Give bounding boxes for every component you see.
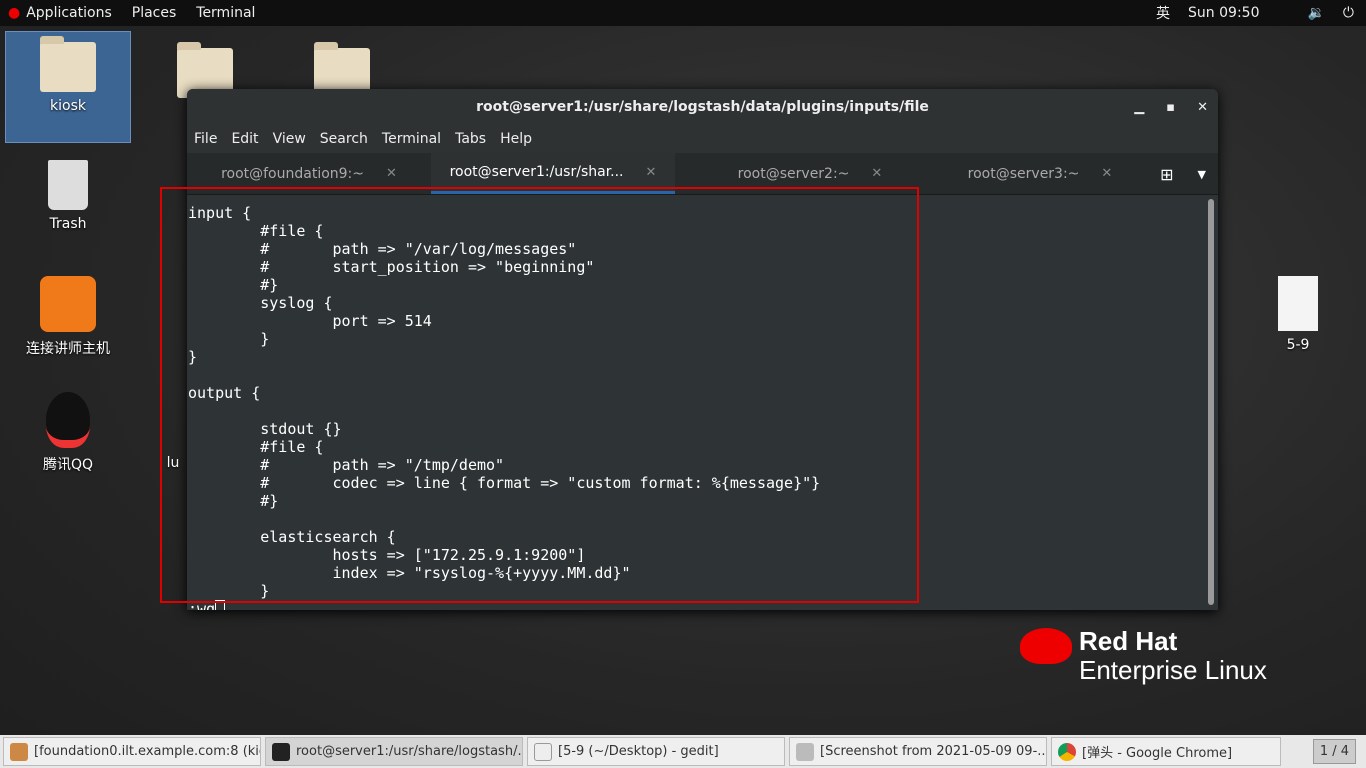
redhat-logo: Red Hat Enterprise Linux	[1020, 626, 1267, 686]
desktop-icon-5-9[interactable]: 5-9	[1235, 276, 1361, 353]
trash-icon	[48, 160, 88, 210]
places-menu[interactable]: Places	[132, 5, 177, 21]
new-tab-icon[interactable]: ⊞	[1160, 165, 1173, 184]
taskbar-item-screenshot[interactable]: [Screenshot from 2021-05-09 09-...	[789, 737, 1047, 766]
home-folder-icon	[40, 36, 96, 92]
menu-view[interactable]: View	[266, 131, 313, 147]
close-tab-icon[interactable]: ✕	[1101, 166, 1112, 181]
terminal-icon	[272, 742, 290, 761]
tiger-app-icon	[40, 276, 96, 332]
volume-icon[interactable]: 🔉	[1307, 5, 1324, 21]
scrollbar[interactable]	[1208, 199, 1214, 605]
chrome-icon	[1058, 742, 1076, 761]
workspace-pager[interactable]: 1 / 4	[1312, 739, 1356, 764]
taskbar-item-vm[interactable]: [foundation0.ilt.example.com:8 (kio...	[3, 737, 261, 766]
redhat-icon: ●	[8, 5, 21, 21]
redhat-hat-icon	[1020, 628, 1072, 664]
qq-penguin-icon	[46, 392, 90, 448]
taskbar-item-terminal[interactable]: root@server1:/usr/share/logstash/...	[265, 737, 523, 766]
menu-edit[interactable]: Edit	[224, 131, 265, 147]
desktop-icon-remote[interactable]: 连接讲师主机	[5, 276, 131, 358]
menu-terminal[interactable]: Terminal	[375, 131, 448, 147]
desktop-icon-kiosk[interactable]: kiosk	[5, 31, 131, 143]
tab-server3[interactable]: root@server3:~ ✕	[945, 153, 1135, 194]
applications-menu[interactable]: Applications	[26, 5, 112, 21]
vm-icon	[10, 742, 28, 761]
minimize-button[interactable]: ▁	[1134, 100, 1144, 115]
tabs-dropdown-icon[interactable]: ▼	[1198, 168, 1206, 181]
power-icon[interactable]: ⏻	[1343, 5, 1354, 21]
menu-help[interactable]: Help	[493, 131, 539, 147]
close-tab-icon[interactable]: ✕	[646, 165, 657, 180]
menu-tabs[interactable]: Tabs	[448, 131, 493, 147]
text-file-icon	[1278, 276, 1318, 331]
taskbar: [foundation0.ilt.example.com:8 (kio... r…	[0, 735, 1366, 768]
clock[interactable]: Sun 09:50	[1188, 5, 1259, 21]
window-title: root@server1:/usr/share/logstash/data/pl…	[476, 99, 929, 115]
image-viewer-icon	[796, 742, 814, 761]
menu-bar: File Edit View Search Terminal Tabs Help	[187, 125, 1218, 153]
terminal-menu[interactable]: Terminal	[196, 5, 255, 21]
close-tab-icon[interactable]: ✕	[386, 166, 397, 181]
taskbar-item-gedit[interactable]: [5-9 (~/Desktop) - gedit]	[527, 737, 785, 766]
taskbar-item-chrome[interactable]: [弹头 - Google Chrome]	[1051, 737, 1281, 766]
highlight-box	[160, 187, 919, 603]
close-tab-icon[interactable]: ✕	[871, 166, 882, 181]
title-bar[interactable]: root@server1:/usr/share/logstash/data/pl…	[187, 89, 1218, 125]
maximize-button[interactable]: ▪	[1166, 100, 1175, 115]
menu-file[interactable]: File	[187, 131, 224, 147]
desktop-icon-trash[interactable]: Trash	[5, 160, 131, 232]
input-method[interactable]: 英	[1156, 3, 1170, 23]
menu-search[interactable]: Search	[313, 131, 375, 147]
top-bar: ● Applications Places Terminal 英 Sun 09:…	[0, 0, 1366, 26]
gedit-icon	[534, 742, 552, 761]
close-button[interactable]: ✕	[1197, 100, 1208, 115]
